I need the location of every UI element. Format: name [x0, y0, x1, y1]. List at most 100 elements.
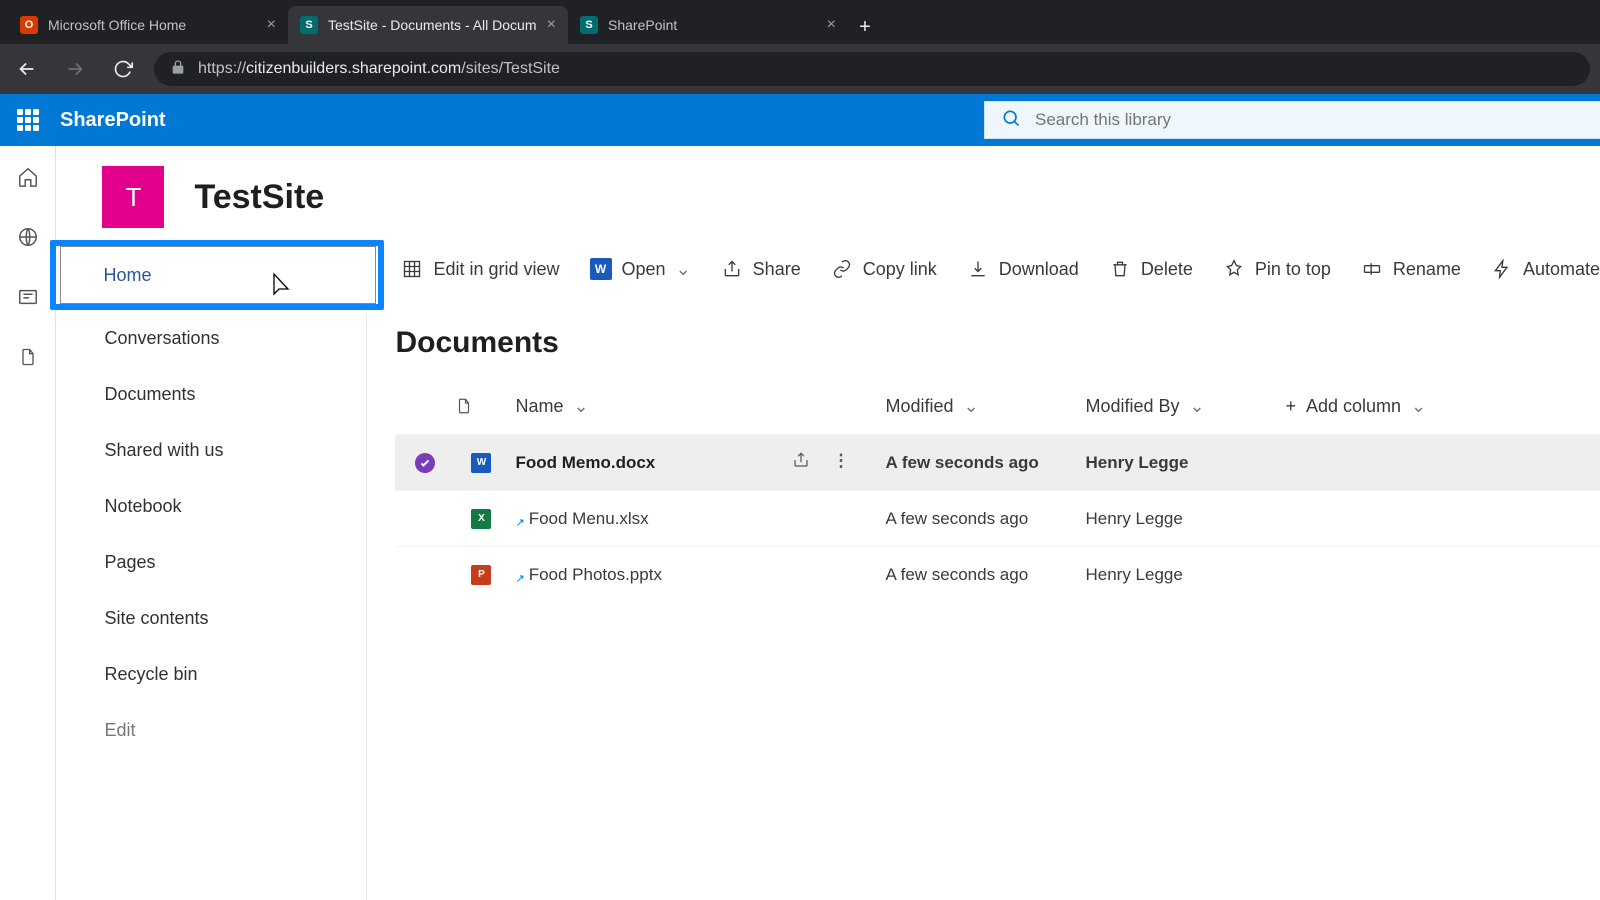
reload-button[interactable]	[106, 52, 140, 86]
files-icon[interactable]	[15, 344, 41, 370]
brand-label[interactable]: SharePoint	[60, 109, 166, 132]
close-icon[interactable]: ×	[267, 16, 276, 34]
nav-item-conversations[interactable]: Conversations	[56, 310, 366, 366]
new-tab-button[interactable]: +	[848, 10, 882, 44]
rename-button[interactable]: Rename	[1361, 258, 1461, 280]
library-title: Documents	[395, 326, 1600, 360]
nav-label: Site contents	[104, 608, 208, 629]
site-logo[interactable]: T	[102, 166, 164, 228]
share-icon[interactable]	[792, 451, 810, 474]
table-row[interactable]: P ↗Food Photos.pptx A few seconds ago He…	[395, 546, 1600, 602]
nav-item-home-highlight: Home	[56, 246, 366, 304]
new-indicator-icon: ↗	[515, 516, 524, 529]
column-type[interactable]	[455, 395, 515, 417]
nav-label: Pages	[104, 552, 155, 573]
chevron-down-icon: ⌄	[573, 396, 588, 417]
nav-item-pages[interactable]: Pages	[56, 534, 366, 590]
download-button[interactable]: Download	[967, 258, 1079, 280]
waffle-icon	[17, 109, 39, 131]
suite-header: SharePoint	[0, 94, 1600, 146]
edit-grid-button[interactable]: Edit in grid view	[401, 258, 559, 280]
nav-item-site-contents[interactable]: Site contents	[56, 590, 366, 646]
cmd-label: Open	[622, 259, 666, 280]
news-icon[interactable]	[15, 284, 41, 310]
grid-icon	[401, 258, 423, 280]
nav-item-documents[interactable]: Documents	[56, 366, 366, 422]
browser-toolbar: https://citizenbuilders.sharepoint.com/s…	[0, 44, 1600, 94]
delete-button[interactable]: Delete	[1109, 258, 1193, 280]
nav-item-recycle-bin[interactable]: Recycle bin	[56, 646, 366, 702]
cmd-label: Rename	[1393, 259, 1461, 280]
word-file-icon: W	[471, 453, 491, 473]
pin-icon	[1223, 258, 1245, 280]
nav-label: Conversations	[104, 328, 219, 349]
cmd-label: Download	[999, 259, 1079, 280]
tab-title: SharePoint	[608, 17, 819, 33]
command-bar: Edit in grid view W Open ⌄ Share Copy li…	[395, 238, 1600, 300]
file-name[interactable]: Food Photos.pptx	[529, 565, 662, 585]
file-name[interactable]: Food Menu.xlsx	[529, 509, 649, 529]
browser-tab[interactable]: S SharePoint ×	[568, 6, 848, 44]
tab-title: TestSite - Documents - All Docum	[328, 17, 539, 33]
close-icon[interactable]: ×	[547, 16, 556, 34]
file-name[interactable]: Food Memo.docx	[515, 453, 655, 473]
nav-item-edit[interactable]: Edit	[56, 702, 366, 758]
favicon-sharepoint-icon: S	[580, 16, 598, 34]
column-modified[interactable]: Modified⌄	[885, 396, 1085, 417]
plus-icon: +	[1285, 396, 1296, 417]
cmd-label: Copy link	[863, 259, 937, 280]
app-launcher-button[interactable]	[0, 94, 56, 146]
nav-label: Recycle bin	[104, 664, 197, 685]
modified-by-cell: Henry Legge	[1085, 565, 1285, 585]
chevron-down-icon: ⌄	[1411, 396, 1426, 417]
open-button[interactable]: W Open ⌄	[590, 258, 691, 280]
home-icon[interactable]	[15, 164, 41, 190]
link-icon	[831, 258, 853, 280]
address-bar[interactable]: https://citizenbuilders.sharepoint.com/s…	[154, 52, 1590, 86]
url-text: https://citizenbuilders.sharepoint.com/s…	[198, 60, 560, 78]
nav-label: Documents	[104, 384, 195, 405]
cmd-label: Edit in grid view	[433, 259, 559, 280]
chevron-down-icon: ⌄	[964, 396, 979, 417]
automate-button[interactable]: Automate	[1491, 258, 1600, 280]
word-icon: W	[590, 258, 612, 280]
add-column-button[interactable]: +Add column⌄	[1285, 396, 1505, 417]
table-row[interactable]: W Food Memo.docx ⋮ A few seconds ago Hen…	[395, 434, 1600, 490]
column-name[interactable]: Name⌄	[515, 396, 885, 417]
modified-cell: A few seconds ago	[885, 509, 1085, 529]
cmd-label: Delete	[1141, 259, 1193, 280]
download-icon	[967, 258, 989, 280]
browser-tab[interactable]: O Microsoft Office Home ×	[8, 6, 288, 44]
forward-button[interactable]	[58, 52, 92, 86]
browser-tab-active[interactable]: S TestSite - Documents - All Docum ×	[288, 6, 568, 44]
modified-by-cell: Henry Legge	[1085, 453, 1285, 473]
nav-label: Notebook	[104, 496, 181, 517]
search-box[interactable]	[984, 101, 1600, 139]
site-header: T TestSite	[56, 146, 1600, 238]
pin-button[interactable]: Pin to top	[1223, 258, 1331, 280]
powerpoint-file-icon: P	[471, 565, 491, 585]
column-modified-by[interactable]: Modified By⌄	[1085, 396, 1285, 417]
browser-tab-strip: O Microsoft Office Home × S TestSite - D…	[0, 0, 1600, 44]
share-button[interactable]: Share	[721, 258, 801, 280]
app-rail	[0, 146, 56, 900]
documents-table: Name⌄ Modified⌄ Modified By⌄ +Add column…	[395, 378, 1600, 602]
modified-by-cell: Henry Legge	[1085, 509, 1285, 529]
selected-check-icon[interactable]	[415, 453, 435, 473]
back-button[interactable]	[10, 52, 44, 86]
copy-link-button[interactable]: Copy link	[831, 258, 937, 280]
new-indicator-icon: ↗	[515, 572, 524, 585]
close-icon[interactable]: ×	[827, 16, 836, 34]
excel-file-icon: X	[471, 509, 491, 529]
nav-item-home[interactable]: Home	[60, 246, 376, 304]
rename-icon	[1361, 258, 1383, 280]
search-input[interactable]	[1035, 110, 1587, 130]
nav-item-notebook[interactable]: Notebook	[56, 478, 366, 534]
globe-icon[interactable]	[15, 224, 41, 250]
more-icon[interactable]: ⋮	[832, 451, 849, 474]
nav-item-shared[interactable]: Shared with us	[56, 422, 366, 478]
site-title[interactable]: TestSite	[194, 178, 324, 217]
table-row[interactable]: X ↗ Food Menu.xlsx A few seconds ago Henr…	[395, 490, 1600, 546]
share-icon	[721, 258, 743, 280]
nav-label: Edit	[104, 720, 135, 741]
